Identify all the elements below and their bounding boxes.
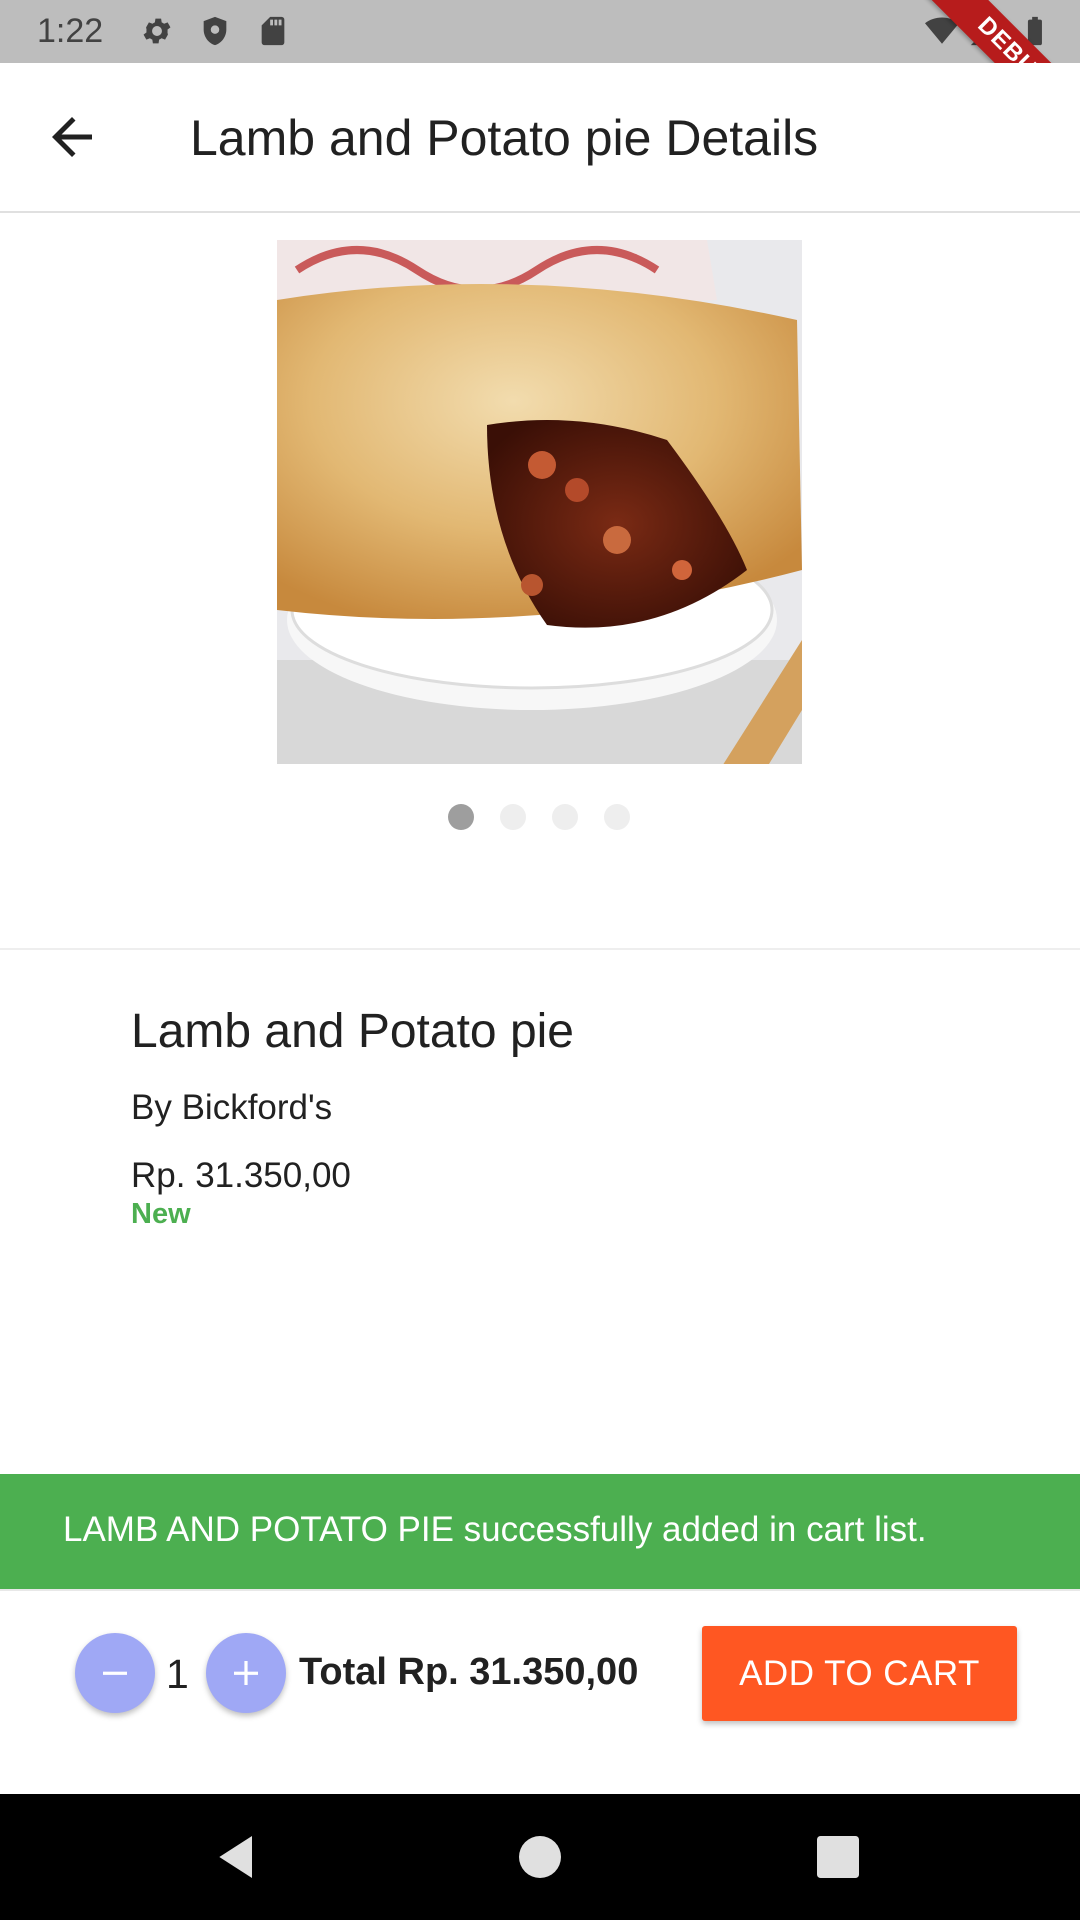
arrow-back-icon[interactable] bbox=[42, 107, 102, 167]
page-title: Lamb and Potato pie Details bbox=[190, 110, 819, 166]
app-bar: Lamb and Potato pie Details bbox=[0, 63, 1080, 213]
product-price: Rp. 31.350,00 bbox=[131, 1156, 351, 1195]
carousel-indicator bbox=[448, 804, 630, 830]
minus-icon bbox=[103, 1671, 127, 1675]
plus-icon bbox=[234, 1661, 258, 1685]
product-image bbox=[277, 240, 802, 764]
quantity-value: 1 bbox=[166, 1651, 189, 1697]
status-time: 1:22 bbox=[37, 12, 104, 50]
back-nav-icon[interactable] bbox=[210, 1829, 266, 1885]
cart-bar: 1 Total Rp. 31.350,00 ADD TO CART bbox=[0, 1589, 1080, 1796]
product-brand: By Bickford's bbox=[131, 1088, 333, 1127]
total-price: Total Rp. 31.350,00 bbox=[299, 1651, 639, 1693]
carousel-dot[interactable] bbox=[448, 804, 474, 830]
carousel-dot[interactable] bbox=[552, 804, 578, 830]
snackbar: LAMB AND POTATO PIE successfully added i… bbox=[0, 1474, 1080, 1589]
snackbar-message: LAMB AND POTATO PIE successfully added i… bbox=[63, 1510, 927, 1549]
decrease-quantity-button[interactable] bbox=[75, 1633, 155, 1713]
recents-nav-icon[interactable] bbox=[810, 1829, 866, 1885]
increase-quantity-button[interactable] bbox=[206, 1633, 286, 1713]
product-status-badge: New bbox=[131, 1198, 191, 1230]
carousel-dot[interactable] bbox=[604, 804, 630, 830]
add-to-cart-button[interactable]: ADD TO CART bbox=[702, 1626, 1017, 1721]
home-nav-icon[interactable] bbox=[512, 1829, 568, 1885]
status-bar: 1:22 DEBUG bbox=[0, 0, 1080, 161]
product-image-carousel[interactable] bbox=[277, 240, 802, 764]
product-name: Lamb and Potato pie bbox=[131, 1005, 574, 1058]
system-nav-bar bbox=[0, 1794, 1080, 1920]
sd-card-icon bbox=[261, 16, 285, 46]
divider bbox=[0, 948, 1080, 950]
carousel-dot[interactable] bbox=[500, 804, 526, 830]
gear-icon bbox=[143, 18, 171, 44]
shield-icon bbox=[203, 16, 227, 46]
